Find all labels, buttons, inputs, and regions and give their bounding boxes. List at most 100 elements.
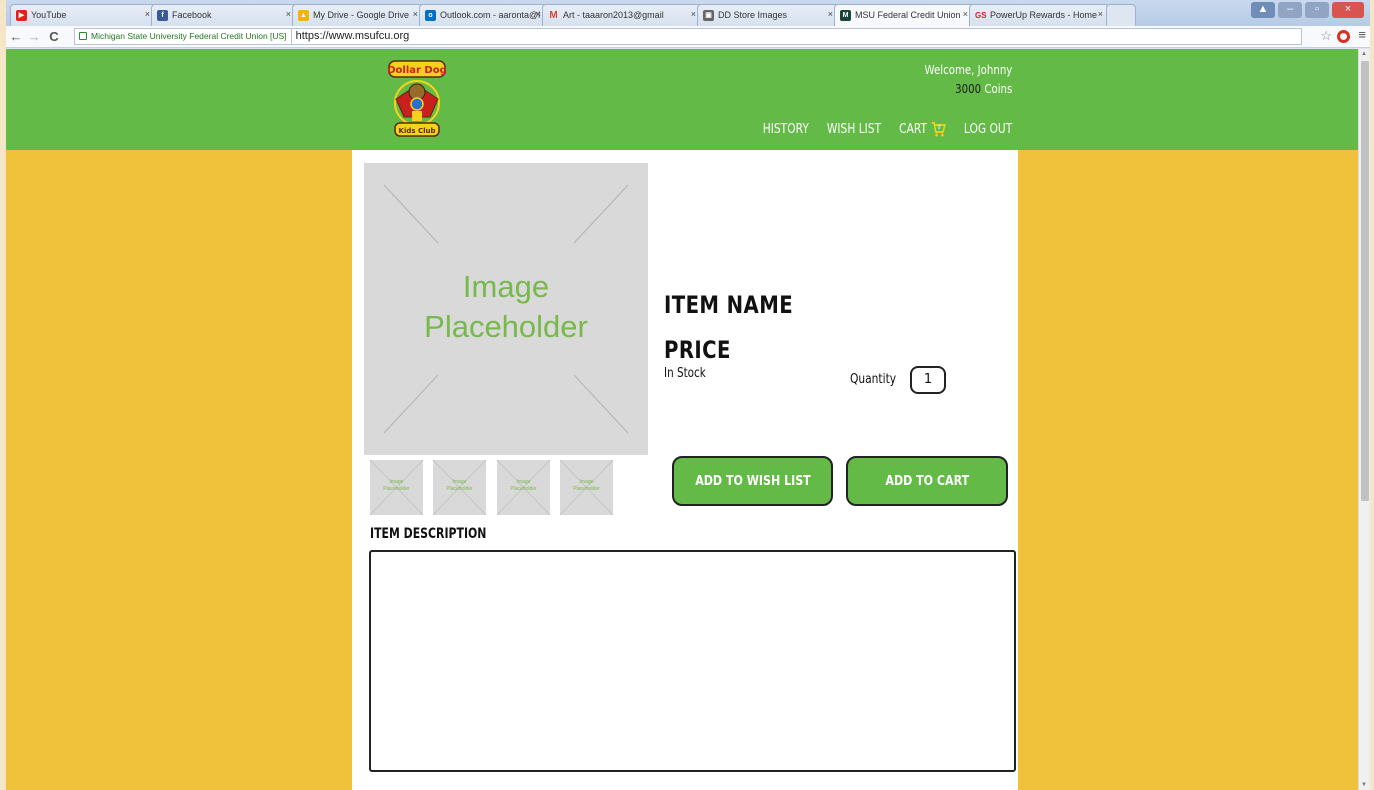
nav-wish-list[interactable]: WISH LIST (827, 121, 881, 137)
thumbnail-1[interactable]: Image Placeholder (370, 460, 423, 515)
close-tab-icon[interactable]: × (963, 9, 968, 19)
tab-powerup-rewards[interactable]: GS PowerUp Rewards - Home × (969, 4, 1109, 26)
welcome-text: Welcome, Johnny (924, 63, 1012, 77)
ev-certificate-badge[interactable]: Michigan State University Federal Credit… (75, 29, 292, 44)
add-to-wish-list-button[interactable]: ADD TO WISH LIST (672, 456, 833, 506)
nav-cart[interactable]: CART 0 (899, 121, 946, 137)
tab-youtube[interactable]: ▶ YouTube × (10, 4, 156, 26)
lock-icon (79, 32, 87, 40)
quantity-input[interactable]: 1 (910, 366, 946, 394)
opera-icon[interactable] (1337, 30, 1350, 43)
scrollbar-thumb[interactable] (1361, 61, 1369, 501)
top-navigation: HISTORY WISH LIST CART 0 LOG OUT (763, 121, 1012, 137)
scroll-up-icon[interactable]: ▲ (1361, 51, 1367, 57)
tab-label: DD Store Images (718, 10, 788, 20)
cart-count: 0 (938, 125, 942, 132)
image-placeholder-text: Image Placeholder (364, 267, 648, 347)
coins-amount: 3000 (954, 82, 981, 96)
nav-cart-label: CART (898, 121, 927, 137)
thumbnail-line-2: Placeholder (510, 486, 537, 492)
browser-window: ▶ YouTube × f Facebook × ▲ My Drive - Go… (6, 0, 1370, 790)
thumbnail-line-1: Image (579, 479, 594, 485)
reload-icon[interactable]: C (46, 29, 62, 44)
page-viewport: Dollar Dog Kids Club Welcome, Johnny 300… (6, 49, 1358, 790)
thumbnail-text: Image Placeholder (497, 479, 550, 493)
youtube-icon: ▶ (16, 10, 27, 21)
address-bar[interactable]: Michigan State University Federal Credit… (74, 28, 1302, 45)
close-tab-icon[interactable]: × (413, 9, 418, 19)
close-tab-icon[interactable]: × (1098, 9, 1103, 19)
thumbnail-line-1: Image (516, 479, 531, 485)
thumbnail-4[interactable]: Image Placeholder (560, 460, 613, 515)
nav-history[interactable]: HISTORY (763, 121, 809, 137)
placeholder-line-2: Placeholder (424, 309, 588, 344)
tab-msufcu[interactable]: M MSU Federal Credit Union × (834, 4, 974, 27)
gamestop-icon: GS (975, 11, 987, 20)
maximize-icon[interactable]: ▫ (1305, 2, 1329, 18)
product-content: Image Placeholder Image Placeholder Imag… (352, 150, 1018, 790)
main-product-image[interactable]: Image Placeholder (364, 163, 648, 455)
tab-label: YouTube (31, 10, 67, 20)
thumbnail-text: Image Placeholder (433, 479, 486, 493)
item-description-box (369, 550, 1016, 772)
menu-icon[interactable]: ≡ (1358, 27, 1366, 42)
thumbnail-2[interactable]: Image Placeholder (433, 460, 486, 515)
tab-dd-store-images[interactable]: ▣ DD Store Images × (697, 4, 839, 26)
tab-label: My Drive - Google Drive (313, 10, 410, 20)
tab-google-drive[interactable]: ▲ My Drive - Google Drive × (292, 4, 424, 26)
nav-log-out[interactable]: LOG OUT (964, 121, 1012, 137)
tab-facebook[interactable]: f Facebook × (151, 4, 297, 26)
new-tab-button[interactable] (1106, 4, 1136, 26)
close-tab-icon[interactable]: × (145, 9, 150, 19)
thumbnail-line-2: Placeholder (383, 486, 410, 492)
url-text: https://www.msufcu.org (295, 30, 410, 42)
cart-icon: 0 (931, 122, 946, 137)
close-tab-icon[interactable]: × (286, 9, 291, 19)
gmail-icon: M (549, 10, 558, 21)
tab-label: Art - taaaron2013@gmail (563, 10, 664, 20)
tab-gmail[interactable]: M Art - taaaron2013@gmail × (542, 4, 702, 26)
close-window-icon[interactable]: × (1332, 2, 1364, 18)
forward-arrow-icon[interactable]: → (26, 29, 42, 44)
facebook-icon: f (157, 10, 168, 21)
coins-label: Coins (984, 82, 1012, 96)
logo-title: Dollar Dog (387, 65, 447, 76)
stock-status: In Stock (664, 366, 706, 381)
window-controls: ▲ – ▫ × (1251, 2, 1364, 20)
thumbnail-text: Image Placeholder (370, 479, 423, 493)
close-tab-icon[interactable]: × (536, 9, 541, 19)
bookmark-star-icon[interactable]: ☆ (1320, 28, 1332, 44)
image-icon: ▣ (703, 10, 714, 21)
add-to-wish-list-label: ADD TO WISH LIST (694, 473, 811, 489)
tab-label: Facebook (172, 10, 212, 20)
thumbnail-line-2: Placeholder (573, 486, 600, 492)
logo-subtitle: Kids Club (399, 127, 436, 135)
scroll-down-icon[interactable]: ▼ (1361, 782, 1367, 788)
thumbnail-3[interactable]: Image Placeholder (497, 460, 550, 515)
tab-label: MSU Federal Credit Union (855, 10, 961, 20)
tab-outlook[interactable]: o Outlook.com - aaronta@l × (419, 4, 547, 26)
item-description-title: ITEM DESCRIPTION (370, 526, 487, 542)
thumbnail-line-1: Image (389, 479, 404, 485)
vertical-scrollbar[interactable]: ▲ ▼ (1358, 49, 1370, 790)
tab-label: PowerUp Rewards - Home (990, 10, 1098, 20)
user-profile-icon[interactable]: ▲ (1251, 2, 1275, 18)
thumbnail-text: Image Placeholder (560, 479, 613, 493)
ev-label: Michigan State University Federal Credit… (91, 31, 287, 41)
item-name: ITEM NAME (664, 291, 794, 319)
item-price: PRICE (664, 336, 731, 364)
dollar-dog-logo[interactable]: Dollar Dog Kids Club (386, 59, 448, 139)
quantity-label: Quantity (850, 372, 897, 387)
minimize-icon[interactable]: – (1278, 2, 1302, 18)
google-drive-icon: ▲ (298, 10, 309, 21)
tab-strip: ▶ YouTube × f Facebook × ▲ My Drive - Go… (6, 0, 1370, 27)
site-header: Dollar Dog Kids Club Welcome, Johnny 300… (6, 49, 1358, 150)
add-to-cart-button[interactable]: ADD TO CART (846, 456, 1008, 506)
welcome-block: Welcome, Johnny 3000 Coins (924, 61, 1012, 99)
tab-label: Outlook.com - aaronta@l (440, 10, 541, 20)
thumbnail-line-1: Image (452, 479, 467, 485)
close-tab-icon[interactable]: × (691, 9, 696, 19)
close-tab-icon[interactable]: × (828, 9, 833, 19)
msufcu-icon: M (840, 10, 851, 21)
back-arrow-icon[interactable]: ← (8, 29, 24, 44)
